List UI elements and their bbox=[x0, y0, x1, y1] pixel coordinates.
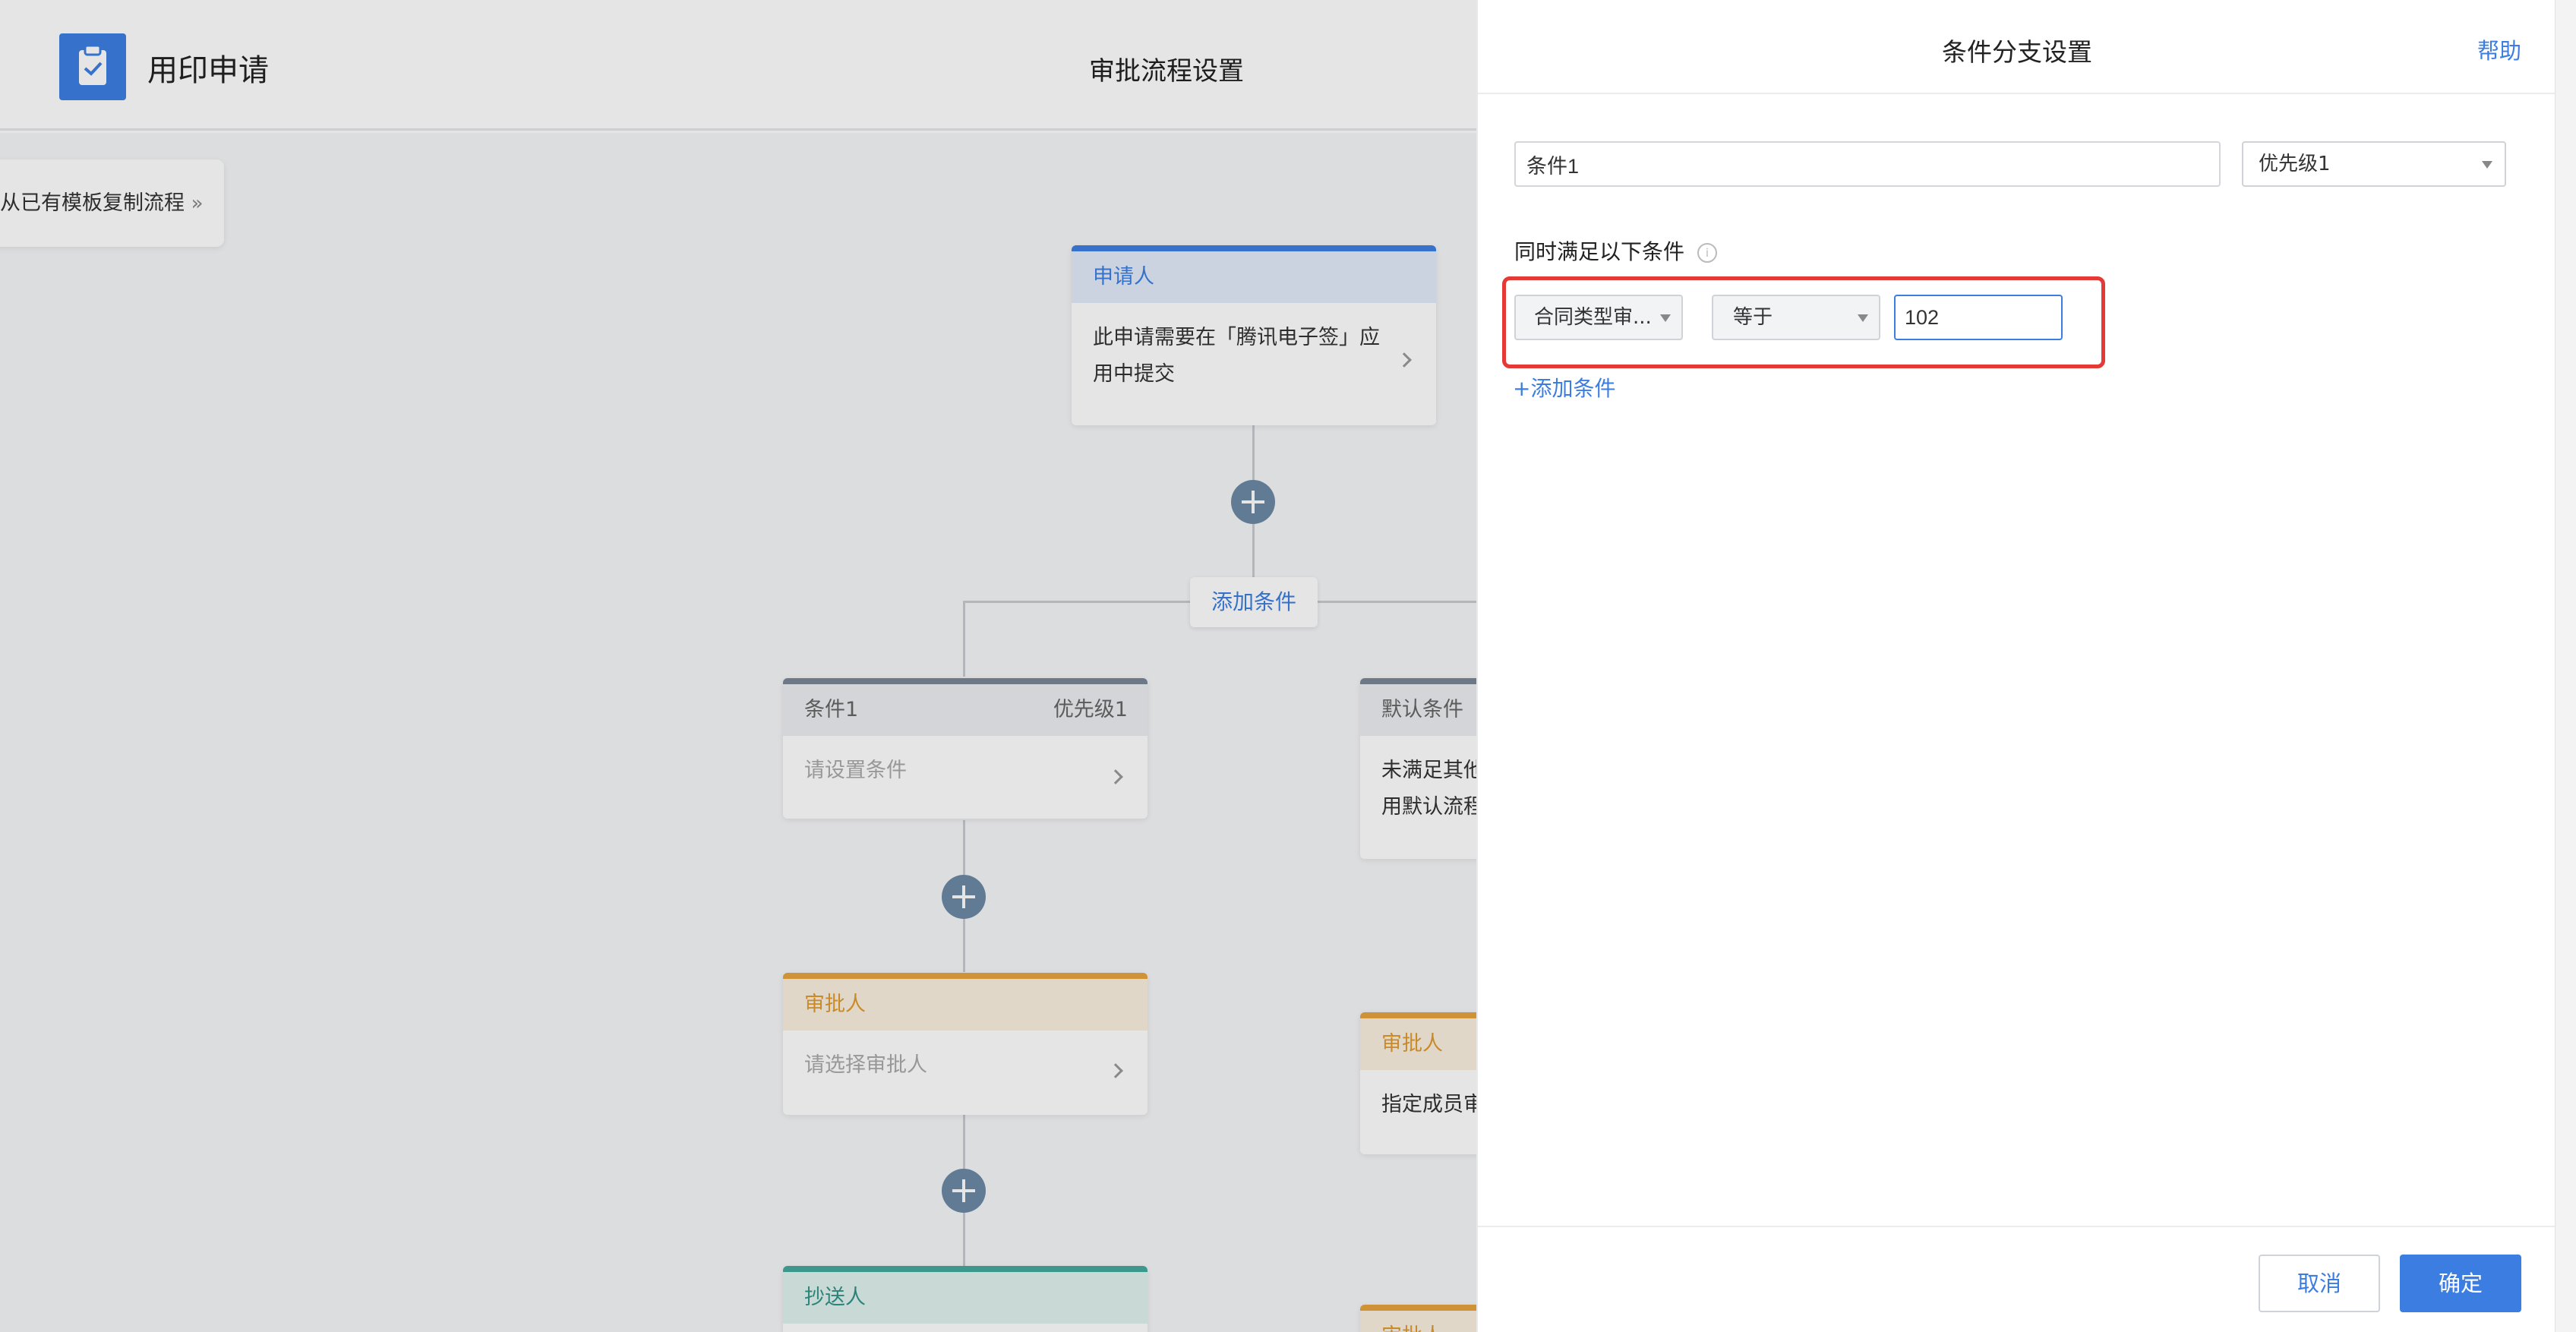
info-icon: i bbox=[1697, 243, 1717, 263]
scrollbar[interactable] bbox=[2555, 0, 2576, 1332]
cancel-button[interactable]: 取消 bbox=[2259, 1255, 2380, 1312]
dropdown-caret-icon bbox=[2482, 161, 2492, 169]
priority-select[interactable]: 优先级1 bbox=[2242, 141, 2506, 187]
help-link[interactable]: 帮助 bbox=[2477, 33, 2521, 65]
condition-field-value: 合同类型审... bbox=[1534, 306, 1652, 329]
condition-value-input[interactable] bbox=[1894, 295, 2063, 340]
flow-editor: 用印申请 审批流程设置 从已有模板复制流程 » 申请人 此申请需要在「腾讯电子签… bbox=[0, 0, 1476, 1332]
panel-header: 条件分支设置 帮助 bbox=[1478, 0, 2556, 94]
confirm-button[interactable]: 确定 bbox=[2400, 1255, 2521, 1312]
dropdown-caret-icon bbox=[1858, 314, 1868, 322]
operator-select[interactable]: 等于 bbox=[1712, 295, 1880, 340]
priority-select-value: 优先级1 bbox=[2259, 153, 2331, 175]
panel-footer: 取消 确定 bbox=[1478, 1226, 2556, 1332]
add-rule-link[interactable]: +添加条件 bbox=[1513, 372, 1615, 402]
section-label-text: 同时满足以下条件 bbox=[1514, 239, 1685, 264]
operator-value: 等于 bbox=[1733, 306, 1773, 329]
condition-branch-panel: 条件分支设置 帮助 优先级1 同时满足以下条件 i 合同类型审... 等于 +添… bbox=[1476, 0, 2556, 1332]
panel-title: 条件分支设置 bbox=[1942, 37, 2092, 67]
condition-field-select[interactable]: 合同类型审... bbox=[1514, 295, 1683, 340]
condition-name-input[interactable] bbox=[1514, 141, 2221, 187]
section-label: 同时满足以下条件 i bbox=[1514, 235, 1717, 266]
dropdown-caret-icon bbox=[1660, 314, 1671, 322]
modal-mask[interactable] bbox=[0, 0, 1476, 1332]
